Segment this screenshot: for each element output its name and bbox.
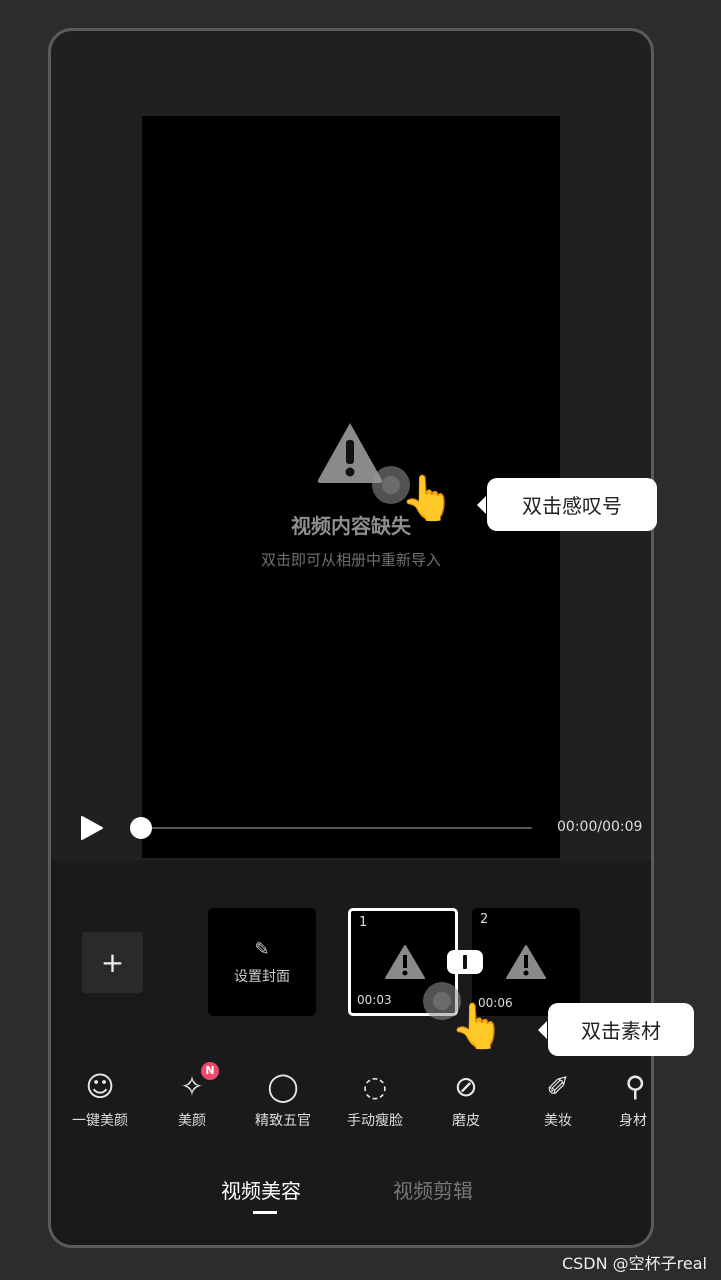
set-cover-button[interactable]: ✎ 设置封面: [208, 908, 316, 1016]
face-outline-icon: ☺: [85, 1070, 115, 1103]
tool-smooth-skin[interactable]: ⊘ 磨皮: [426, 1068, 506, 1130]
tab-video-beauty[interactable]: 视频美容: [221, 1175, 301, 1204]
tool-makeup[interactable]: ✐ 美妆: [518, 1068, 598, 1130]
new-badge: N: [201, 1062, 219, 1080]
cover-label: 设置封面: [234, 968, 290, 985]
pencil-icon: ✎: [254, 938, 270, 960]
playback-slider[interactable]: [140, 827, 532, 829]
missing-hint: 双击即可从相册中重新导入: [260, 551, 441, 569]
tab-video-edit[interactable]: 视频剪辑: [393, 1175, 473, 1204]
smooth-skin-icon: ⊘: [454, 1070, 478, 1103]
body-icon: ⚲: [625, 1070, 646, 1103]
clip-duration: 00:03: [357, 993, 392, 1007]
watermark: CSDN @空杯子real: [561, 1254, 707, 1273]
tool-body[interactable]: ⚲ 身材: [605, 1068, 651, 1130]
warning-icon: [506, 945, 546, 979]
pointing-hand-icon: 👆: [400, 473, 455, 524]
warning-icon: [385, 945, 425, 979]
tool-face-slim[interactable]: ◌ 手动瘦脸: [335, 1068, 415, 1130]
mirror-face-icon: ◯: [267, 1070, 299, 1103]
transition-button[interactable]: [447, 950, 483, 974]
tool-one-click-beauty[interactable]: ☺ 一键美颜: [60, 1068, 140, 1130]
time-readout: 00:00/00:09: [557, 819, 643, 835]
tooltip-double-tap-clip: 双击素材: [538, 1003, 694, 1056]
tool-beauty[interactable]: ✧ 美颜: [152, 1068, 232, 1130]
clip-index: 2: [480, 912, 489, 927]
face-slim-icon: ◌: [362, 1070, 388, 1103]
clip-index: 1: [359, 915, 368, 930]
add-clip-button[interactable]: +: [82, 932, 143, 993]
active-tab-indicator: [253, 1211, 277, 1214]
play-icon[interactable]: [79, 815, 105, 841]
tooltip-double-tap-warning: 双击感叹号: [477, 478, 657, 531]
brush-sparkle-icon: ✧: [180, 1070, 204, 1103]
pointing-hand-icon: 👆: [450, 1001, 505, 1052]
tool-refine-features[interactable]: ◯ 精致五官: [243, 1068, 323, 1130]
lipstick-icon: ✐: [546, 1070, 570, 1103]
slider-knob[interactable]: [130, 817, 152, 839]
